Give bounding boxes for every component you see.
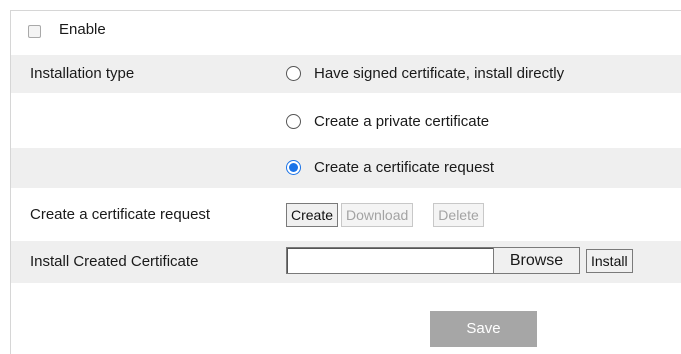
radio-button[interactable] (286, 114, 301, 129)
file-path-field[interactable] (287, 248, 493, 273)
enable-row: Enable (11, 14, 681, 48)
install-created-label: Install Created Certificate (30, 253, 199, 270)
installation-type-label: Installation type (30, 65, 135, 82)
radio-button-selected[interactable] (286, 160, 301, 175)
certificate-request-row: Create a certificate request Create Down… (11, 196, 681, 234)
certificate-request-label: Create a certificate request (30, 206, 211, 223)
radio-option-certificate-request[interactable]: Create a certificate request (286, 159, 494, 176)
enable-checkbox[interactable] (28, 25, 41, 38)
radio-option-label: Create a private certificate (314, 113, 490, 130)
certificate-request-actions: Create Download Delete (286, 203, 484, 227)
save-button[interactable]: Save (430, 311, 537, 347)
radio-option-label: Have signed certificate, install directl… (314, 65, 565, 82)
file-picker: Browse (286, 247, 586, 275)
browse-button[interactable]: Browse (493, 248, 579, 273)
radio-option-sign-directly[interactable]: Have signed certificate, install directl… (286, 65, 564, 82)
create-button[interactable]: Create (286, 203, 339, 227)
radio-option-private-certificate[interactable]: Create a private certificate (286, 113, 489, 130)
file-input[interactable]: Browse (286, 247, 580, 274)
download-button[interactable]: Download (341, 203, 414, 227)
enable-label: Enable (59, 21, 106, 38)
install-created-row: Install Created Certificate Browse Insta… (11, 241, 681, 283)
radio-button[interactable] (286, 66, 301, 81)
installation-type-row-3: Create a certificate request (11, 148, 681, 188)
delete-button[interactable]: Delete (433, 203, 484, 227)
install-button[interactable]: Install (586, 249, 633, 273)
installation-type-row-2: Create a private certificate (11, 103, 681, 141)
radio-option-label: Create a certificate request (314, 159, 495, 176)
installation-type-row: Installation type Have signed certificat… (11, 55, 681, 93)
